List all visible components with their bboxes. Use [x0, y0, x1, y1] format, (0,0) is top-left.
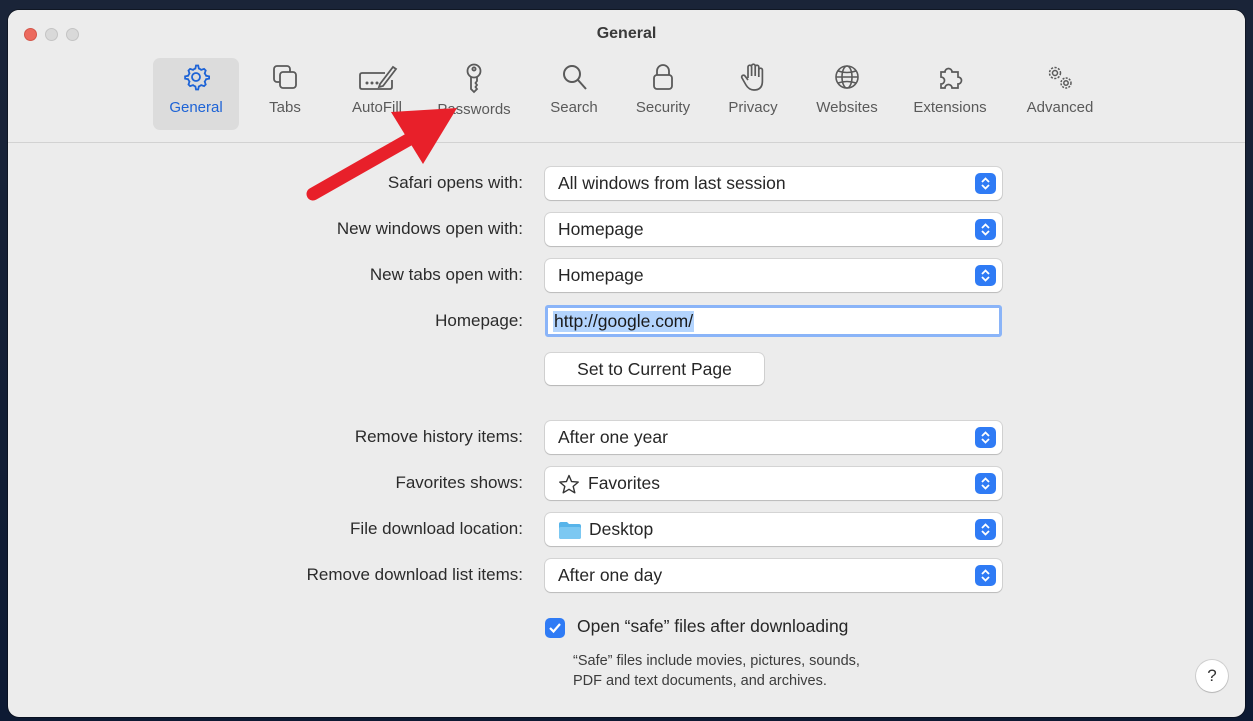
tab-security-label: Security: [635, 99, 691, 116]
safe-files-help-line: PDF and text documents, and archives.: [573, 673, 827, 689]
tab-general-label: General: [169, 99, 223, 116]
magnifier-icon: [563, 65, 587, 90]
tab-search-label: Search: [550, 99, 598, 116]
help-button[interactable]: ?: [1196, 660, 1228, 692]
star-icon: [559, 474, 579, 493]
remove-history-label: Remove history items:: [354, 427, 523, 446]
gears-icon: [1048, 66, 1072, 89]
pencil-form-icon: [359, 65, 398, 90]
homepage-value: http://google.com/: [553, 310, 695, 332]
preferences-window: General General Tabs AutoFill Passwords …: [8, 10, 1245, 717]
lock-icon: [653, 64, 673, 90]
remove-download-value: After one day: [558, 565, 663, 585]
download-location-value: Desktop: [589, 519, 654, 539]
new-tabs-value: Homepage: [558, 265, 644, 285]
folder-icon: [559, 521, 581, 539]
tab-search[interactable]: Search: [542, 58, 606, 130]
homepage-field[interactable]: http://google.com/: [545, 305, 1002, 337]
toolbar: General General Tabs AutoFill Passwords …: [8, 10, 1245, 143]
popup-arrows-icon: [975, 565, 996, 586]
new-windows-value: Homepage: [558, 219, 644, 239]
remove-download-popup[interactable]: After one day: [545, 559, 1002, 592]
new-windows-popup[interactable]: Homepage: [545, 213, 1002, 246]
puzzle-icon: [940, 67, 963, 89]
tabs-icon: [273, 65, 297, 89]
open-safe-files-checkbox[interactable]: [545, 618, 565, 638]
tab-extensions-label: Extensions: [913, 99, 987, 116]
hand-icon: [740, 63, 764, 91]
popup-arrows-icon: [975, 173, 996, 194]
safe-files-help-line: “Safe” files include movies, pictures, s…: [573, 653, 860, 669]
tab-security[interactable]: Security: [625, 58, 701, 130]
popup-arrows-icon: [975, 219, 996, 240]
tab-websites[interactable]: Websites: [805, 58, 889, 130]
remove-download-label: Remove download list items:: [306, 565, 523, 584]
window-title: General: [596, 25, 657, 42]
key-icon: [466, 63, 482, 94]
favorites-shows-label: Favorites shows:: [395, 473, 523, 492]
red-arrow-annotation: [306, 108, 457, 201]
popup-arrows-icon: [975, 519, 996, 540]
gear-icon: [184, 64, 210, 91]
tab-websites-label: Websites: [816, 99, 878, 116]
new-tabs-popup[interactable]: Homepage: [545, 259, 1002, 292]
download-location-popup[interactable]: Desktop: [545, 513, 1002, 546]
new-tabs-label: New tabs open with:: [369, 265, 523, 284]
remove-history-value: After one year: [558, 427, 668, 447]
safari-opens-with-value: All windows from last session: [558, 173, 786, 193]
favorites-shows-value: Favorites: [588, 473, 660, 493]
set-to-current-page-button[interactable]: Set to Current Page: [545, 353, 764, 385]
tab-advanced[interactable]: Advanced: [1012, 58, 1108, 130]
remove-history-popup[interactable]: After one year: [545, 421, 1002, 454]
new-windows-label: New windows open with:: [336, 219, 523, 238]
popup-arrows-icon: [975, 265, 996, 286]
checkmark-icon: [549, 623, 561, 634]
safari-opens-with-popup[interactable]: All windows from last session: [545, 167, 1002, 200]
tab-general[interactable]: General: [153, 58, 239, 130]
open-safe-files-label[interactable]: Open “safe” files after downloading: [577, 616, 848, 637]
popup-arrows-icon: [975, 427, 996, 448]
popup-arrows-icon: [975, 473, 996, 494]
tab-extensions[interactable]: Extensions: [902, 58, 998, 130]
download-location-label: File download location:: [350, 519, 523, 538]
tab-privacy-label: Privacy: [728, 99, 778, 116]
safe-files-help-text: “Safe” files include movies, pictures, s…: [573, 651, 860, 691]
tab-advanced-label: Advanced: [1026, 99, 1094, 116]
tab-privacy[interactable]: Privacy: [717, 58, 789, 130]
favorites-shows-popup[interactable]: Favorites: [545, 467, 1002, 500]
homepage-label: Homepage:: [435, 311, 523, 330]
globe-icon: [835, 65, 859, 89]
